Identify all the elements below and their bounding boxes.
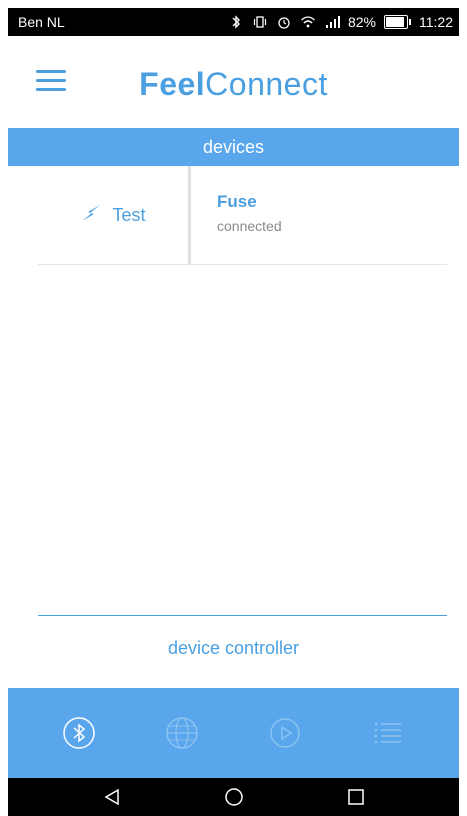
device-item-fuse[interactable]: Fuse connected [191,166,447,264]
vibrate-icon [252,14,268,30]
controller-divider [38,615,447,616]
device-row: Test Fuse connected [38,166,447,265]
bottom-tab-bar [8,688,459,778]
lightning-bolt-icon [80,204,102,227]
tab-bluetooth[interactable] [62,716,96,750]
app-header: FeelConnect [8,36,459,128]
tab-list[interactable] [371,716,405,750]
tab-play[interactable] [268,716,302,750]
battery-shell [384,15,408,29]
app-screen: Ben NL 82% 11:22 FeelConnect devices Tes… [0,0,467,816]
status-icons: 82% 11:22 [228,14,453,30]
test-label: Test [112,204,146,225]
device-controller-text: device controller [167,638,300,658]
recents-icon [347,789,364,805]
recents-button[interactable] [345,786,367,808]
status-bar: Ben NL 82% 11:22 [8,8,459,36]
tab-globe[interactable] [165,716,199,750]
test-device-button[interactable]: Test [38,166,188,264]
carrier-label: Ben NL [18,14,65,30]
list-icon [374,722,401,744]
back-icon [104,788,119,806]
battery-fill [386,17,405,27]
brand-logo: FeelConnect [8,66,459,103]
device-controller-label[interactable]: device controller [8,638,459,659]
globe-icon [166,717,198,749]
section-title: devices [202,136,265,157]
brand-strong: Feel [139,66,206,102]
battery-percent: 82% [347,14,376,30]
device-name: Fuse [217,192,257,211]
section-header: devices [8,128,459,166]
alarm-icon [276,14,292,30]
home-icon [224,788,243,806]
home-button[interactable] [223,786,245,808]
signal-icon [324,14,340,30]
back-button[interactable] [101,786,123,808]
device-status: connected [217,218,282,234]
clock-label: 11:22 [419,14,453,30]
system-nav-bar [8,778,459,816]
bluetooth-icon [228,14,244,30]
play-icon [270,718,300,748]
brand-light: Connect [205,66,328,102]
wifi-icon [300,14,316,30]
battery-tip [409,19,411,25]
battery-icon [384,15,411,29]
bluetooth-icon [63,717,96,749]
